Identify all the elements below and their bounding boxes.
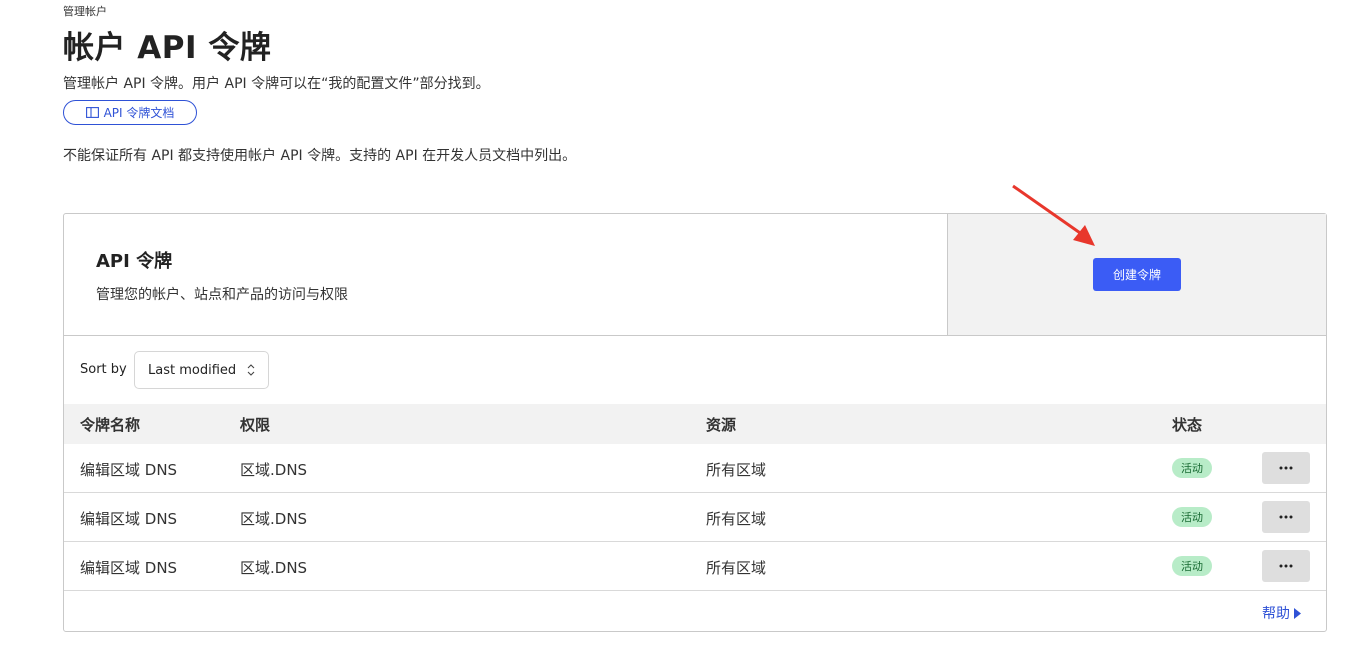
sort-label: Sort by [80,362,127,377]
header-permissions[interactable]: 权限 [240,414,270,435]
table-row: 编辑区域 DNS 区域.DNS 所有区域 活动 [64,493,1326,542]
header-status[interactable]: 状态 [1172,414,1202,435]
token-name[interactable]: 编辑区域 DNS [80,508,177,529]
more-horizontal-icon [1279,564,1293,568]
book-icon [85,107,99,118]
sort-select[interactable]: Last modified [134,351,269,389]
card-actions-panel: 创建令牌 [947,214,1326,335]
caret-right-icon [1294,607,1301,619]
row-actions-button[interactable] [1262,550,1310,582]
table-header: 令牌名称 权限 资源 状态 [64,404,1326,444]
table-row: 编辑区域 DNS 区域.DNS 所有区域 活动 [64,444,1326,493]
token-permissions: 区域.DNS [240,461,308,479]
page-subtitle: 管理帐户 API 令牌。用户 API 令牌可以在“我的配置文件”部分找到。 [63,76,490,92]
token-resources: 所有区域 [706,461,767,479]
status-badge: 活动 [1172,507,1212,527]
card-subtitle: 管理您的帐户、站点和产品的访问与权限 [96,287,348,303]
more-horizontal-icon [1279,515,1293,519]
token-permissions: 区域.DNS [240,510,308,528]
more-horizontal-icon [1279,466,1293,470]
create-token-button[interactable]: 创建令牌 [1093,258,1181,291]
row-actions-button[interactable] [1262,452,1310,484]
page: 管理帐户 帐户 API 令牌 管理帐户 API 令牌。用户 API 令牌可以在“… [0,0,1351,664]
token-name[interactable]: 编辑区域 DNS [80,557,177,578]
page-title: 帐户 API 令牌 [63,30,272,66]
header-resources[interactable]: 资源 [706,414,736,435]
table-row: 编辑区域 DNS 区域.DNS 所有区域 活动 [64,542,1326,591]
row-actions-button[interactable] [1262,501,1310,533]
help-label: 帮助 [1262,606,1290,622]
status-badge: 活动 [1172,458,1212,478]
token-name[interactable]: 编辑区域 DNS [80,459,177,480]
breadcrumb[interactable]: 管理帐户 [63,3,107,19]
api-tokens-card: API 令牌 管理您的帐户、站点和产品的访问与权限 创建令牌 Sort by L… [63,213,1327,632]
chevron-up-down-icon [247,364,255,376]
api-token-docs-label: API 令牌文档 [103,106,175,120]
token-resources: 所有区域 [706,510,767,528]
token-permissions: 区域.DNS [240,559,308,577]
token-resources: 所有区域 [706,559,767,577]
card-header: API 令牌 管理您的帐户、站点和产品的访问与权限 创建令牌 [64,214,1326,336]
help-link[interactable]: 帮助 [1262,603,1301,623]
header-token-name[interactable]: 令牌名称 [80,414,140,435]
annotation-arrow-icon [1012,184,1095,246]
compatibility-notice: 不能保证所有 API 都支持使用帐户 API 令牌。支持的 API 在开发人员文… [63,148,577,164]
sort-value: Last modified [148,362,237,378]
api-token-docs-link[interactable]: API 令牌文档 [63,100,197,125]
status-badge: 活动 [1172,556,1212,576]
card-title: API 令牌 [96,251,173,272]
